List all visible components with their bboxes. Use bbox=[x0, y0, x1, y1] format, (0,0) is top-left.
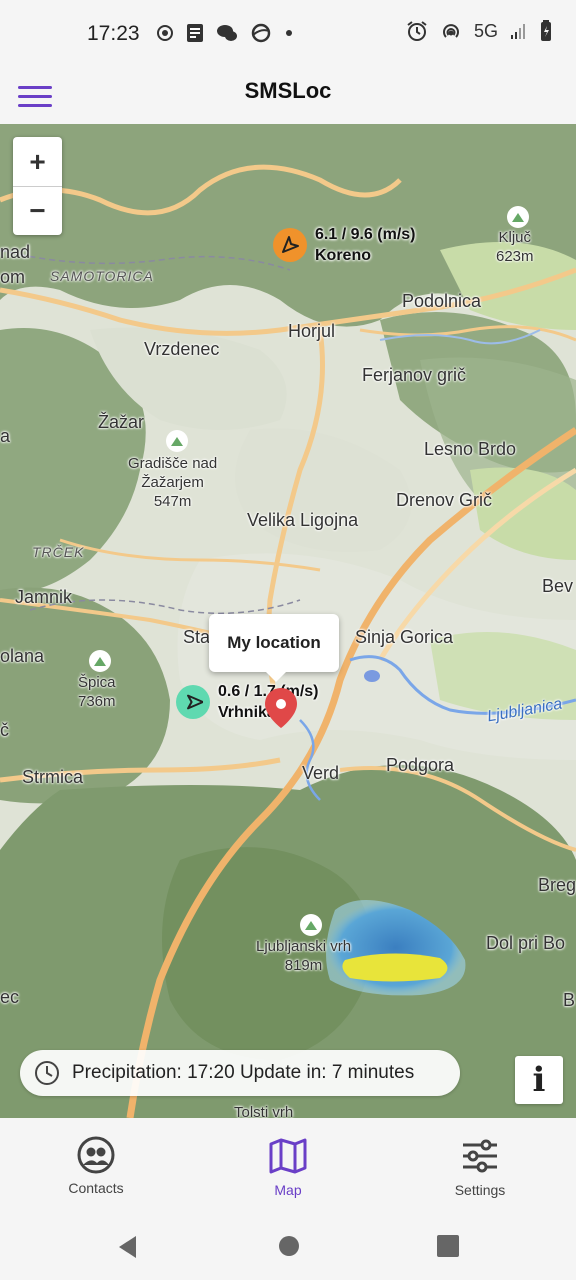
place-breg: Breg bbox=[538, 875, 576, 895]
app-title: SMSLoc bbox=[244, 78, 332, 103]
place-gradisce-line2: Žažarjem bbox=[141, 474, 204, 491]
place-gradisce: Gradišče nad Žažarjem 547m bbox=[128, 454, 217, 511]
wind-label: 6.1 / 9.6 (m/s) Koreno bbox=[315, 224, 416, 266]
place-jamnik: Jamnik bbox=[15, 587, 73, 607]
place-podolnica: Podolnica bbox=[402, 291, 482, 311]
place-c-left: č bbox=[0, 720, 9, 740]
place-tolsti-vrh: Tolsti vrh bbox=[234, 1104, 294, 1118]
place-vrzdenec: Vrzdenec bbox=[144, 339, 220, 359]
globe-icon bbox=[251, 23, 271, 43]
peak-gradisce-icon bbox=[166, 430, 188, 452]
nav-settings[interactable]: Settings bbox=[420, 1136, 540, 1198]
place-a-left: a bbox=[0, 426, 11, 446]
place-gradisce-elev: 547m bbox=[153, 493, 192, 510]
place-ec: ec bbox=[0, 987, 20, 1007]
status-right-icons: 5G bbox=[406, 20, 552, 42]
nav-map-label: Map bbox=[274, 1182, 302, 1198]
zoom-in-button[interactable]: + bbox=[13, 137, 62, 186]
bottom-navigation: Contacts Map Settings bbox=[0, 1118, 576, 1214]
place-ljubljanski-vrh-elev: 819m bbox=[284, 957, 323, 974]
place-om: om bbox=[0, 267, 26, 287]
hotspot-icon bbox=[443, 24, 459, 38]
place-dol-pri-bo: Dol pri Bo bbox=[486, 933, 566, 953]
notes-icon bbox=[187, 24, 203, 42]
place-ljubljanski-vrh-name: Ljubljanski vrh bbox=[256, 938, 352, 955]
location-pin-icon[interactable] bbox=[263, 686, 299, 730]
place-nad: nad bbox=[0, 242, 31, 262]
system-navigation bbox=[0, 1214, 576, 1280]
precipitation-bar[interactable]: Precipitation: 17:20 Update in: 7 minute… bbox=[20, 1050, 460, 1096]
status-time: 17:23 bbox=[87, 22, 140, 45]
place-spica-elev: 736m bbox=[78, 693, 116, 710]
place-horjul: Horjul bbox=[288, 321, 336, 341]
network-type: 5G bbox=[473, 20, 498, 41]
wind-speed: 6.1 / 9.6 (m/s) bbox=[315, 226, 416, 243]
place-samotorica: SAMOTORICA bbox=[50, 268, 154, 284]
nav-contacts-label: Contacts bbox=[68, 1180, 124, 1196]
peak-ljubljanski-vrh-icon bbox=[300, 914, 322, 936]
place-kljuc-name: Ključ bbox=[498, 229, 532, 246]
contacts-icon bbox=[77, 1136, 115, 1174]
place-drenov-gric: Drenov Grič bbox=[396, 490, 493, 510]
station-name: Koreno bbox=[315, 247, 371, 264]
place-velika-ligojna: Velika Ligojna bbox=[247, 510, 359, 530]
signal-icon bbox=[511, 24, 525, 39]
chat-icon bbox=[217, 25, 237, 41]
place-kljuc: Ključ 623m bbox=[496, 228, 534, 266]
battery-icon bbox=[541, 20, 551, 41]
peak-spica-icon bbox=[89, 650, 111, 672]
status-bar: 17:23 5G bbox=[0, 0, 576, 70]
wind-direction-icon bbox=[176, 685, 210, 719]
peak-kljuc-icon bbox=[507, 206, 529, 228]
record-icon bbox=[157, 25, 173, 41]
place-b-right: B bbox=[563, 990, 576, 1010]
place-sinja-gorica: Sinja Gorica bbox=[355, 627, 454, 647]
place-ferjanov-gric: Ferjanov grič bbox=[362, 365, 467, 385]
zoom-control: + − bbox=[13, 137, 62, 235]
place-lesno-brdo: Lesno Brdo bbox=[424, 439, 517, 459]
clock-icon bbox=[35, 1061, 59, 1085]
place-trcek: TRČEK bbox=[32, 544, 85, 560]
dot-icon bbox=[286, 30, 292, 36]
wind-station-koreno[interactable]: 6.1 / 9.6 (m/s) Koreno bbox=[273, 224, 416, 266]
settings-sliders-icon bbox=[463, 1139, 497, 1173]
place-verd: Verd bbox=[302, 763, 340, 783]
nav-contacts[interactable]: Contacts bbox=[36, 1136, 156, 1196]
home-icon[interactable] bbox=[277, 1234, 301, 1258]
zoom-out-button[interactable]: − bbox=[13, 186, 62, 235]
place-strmica: Strmica bbox=[22, 767, 84, 787]
back-icon[interactable] bbox=[116, 1234, 140, 1260]
place-olana: olana bbox=[0, 646, 45, 666]
status-left-icons bbox=[156, 22, 294, 44]
place-zazar: Žažar bbox=[98, 412, 145, 432]
wind-direction-icon bbox=[273, 228, 307, 262]
info-button[interactable]: i bbox=[515, 1056, 563, 1104]
alarm-icon bbox=[407, 21, 427, 41]
map-icon bbox=[269, 1138, 307, 1174]
nav-map[interactable]: Map bbox=[228, 1136, 348, 1198]
nav-settings-label: Settings bbox=[454, 1182, 506, 1198]
app-bar: SMSLoc bbox=[0, 70, 576, 124]
map-view[interactable]: SAMOTORICA nad om Podolnica Horjul Vrzde… bbox=[0, 124, 576, 1118]
screen: 17:23 5G SMSLoc SAMOTORICA nad om Podoln… bbox=[0, 0, 576, 1280]
my-location-popup[interactable]: My location bbox=[209, 614, 339, 682]
place-gradisce-line1: Gradišče nad bbox=[128, 455, 218, 472]
place-bev: Bev bbox=[542, 576, 574, 596]
precipitation-text: Precipitation: 17:20 Update in: 7 minute… bbox=[72, 1062, 415, 1083]
place-spica-name: Špica bbox=[78, 674, 116, 691]
place-ljubljanski-vrh: Ljubljanski vrh 819m bbox=[256, 937, 351, 975]
place-sta: Sta bbox=[183, 627, 211, 647]
place-podgora: Podgora bbox=[386, 755, 455, 775]
place-kljuc-elev: 623m bbox=[496, 248, 534, 265]
place-spica: Špica 736m bbox=[78, 673, 116, 711]
recents-icon[interactable] bbox=[436, 1234, 460, 1258]
